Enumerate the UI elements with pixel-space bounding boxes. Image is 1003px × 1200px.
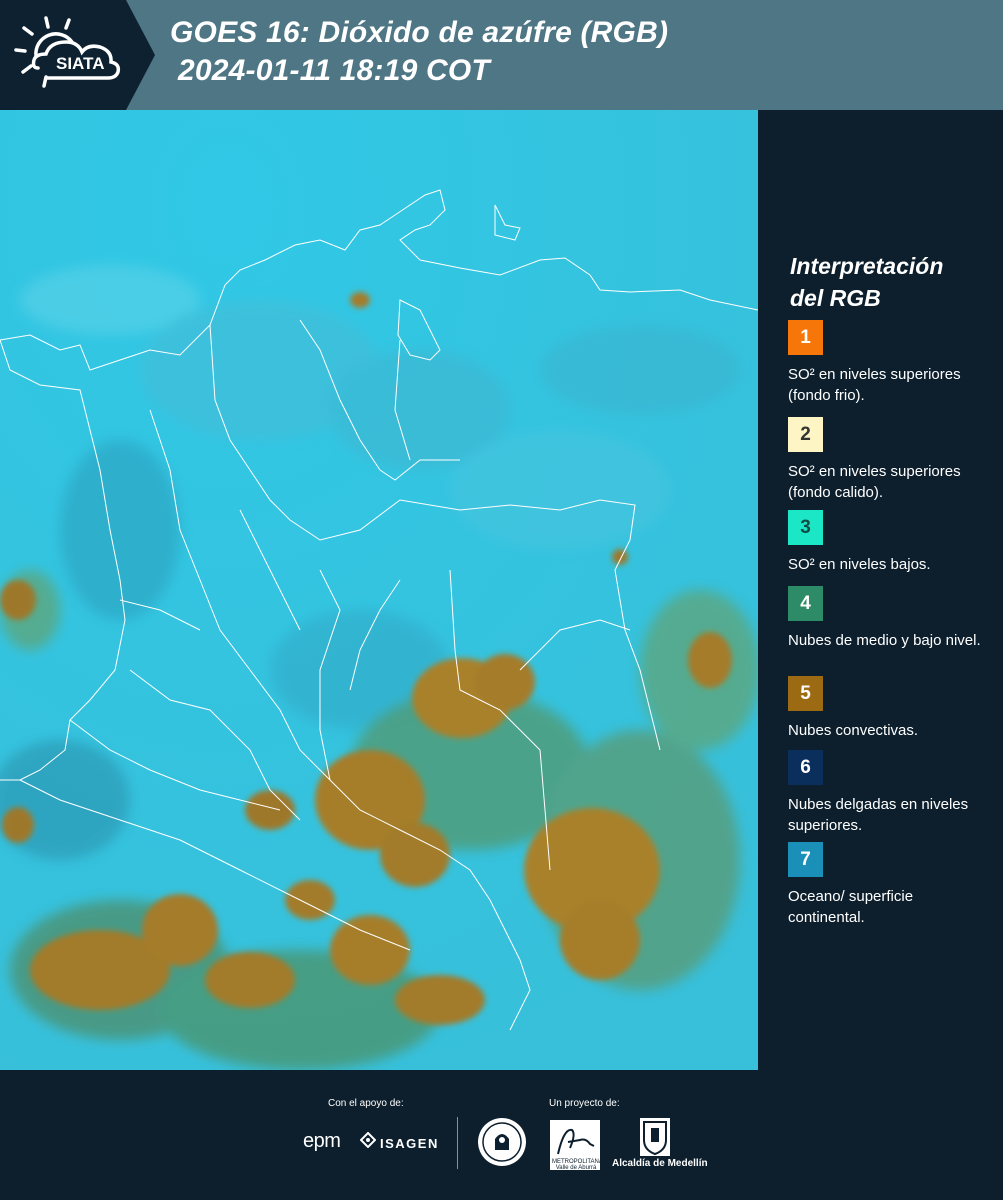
project-label: Un proyecto de:	[549, 1098, 620, 1109]
epm-logo[interactable]: epm	[303, 1130, 341, 1153]
footer-divider	[457, 1117, 458, 1169]
legend-item-4: 4 Nubes de medio y bajo nivel.	[788, 586, 998, 651]
legend-swatch-5: 5	[788, 676, 823, 711]
legend-item-7: 7 Oceano/ superficie continental.	[788, 842, 998, 928]
support-label: Con el apoyo de:	[328, 1098, 404, 1109]
timestamp: 2024-01-11 18:19 COT	[178, 54, 490, 87]
page-title: GOES 16: Dióxido de azúfre (RGB)	[170, 16, 669, 49]
legend-label-4: Nubes de medio y bajo nivel.	[788, 632, 981, 649]
legend-item-1: 1 SO² en niveles superiores (fondo frio)…	[788, 320, 998, 406]
logo-text: SIATA	[56, 54, 104, 73]
legend-swatch-4: 4	[788, 586, 823, 621]
isagen-icon	[360, 1132, 376, 1148]
medellin-seal-icon[interactable]	[477, 1117, 527, 1167]
legend-panel: Interpretación del RGB 1 SO² en niveles …	[758, 110, 1003, 1070]
siata-logo[interactable]: SIATA	[0, 0, 155, 110]
legend-title: Interpretación del RGB	[790, 250, 995, 314]
map-canvas	[0, 110, 758, 1070]
alcaldia-text: Alcaldía de Medellín	[612, 1158, 708, 1169]
legend-swatch-6: 6	[788, 750, 823, 785]
area-script-icon	[557, 1128, 595, 1155]
legend-item-2: 2 SO² en niveles superiores (fondo calid…	[788, 417, 998, 503]
legend-swatch-3: 3	[788, 510, 823, 545]
legend-swatch-1: 1	[788, 320, 823, 355]
legend-item-6: 6 Nubes delgadas en niveles superiores.	[788, 750, 998, 836]
alcaldia-shield-icon[interactable]	[640, 1118, 670, 1156]
legend-swatch-2: 2	[788, 417, 823, 452]
area-metropolitana-text: METROPOLITANA Valle de Aburrá	[552, 1159, 603, 1171]
legend-label-2: SO² en niveles superiores (fondo calido)…	[788, 463, 961, 501]
legend-label-5: Nubes convectivas.	[788, 722, 919, 739]
legend-title-line2: del RGB	[790, 285, 881, 311]
legend-item-5: 5 Nubes convectivas.	[788, 676, 998, 741]
footer: Con el apoyo de: Un proyecto de: epm ISA…	[0, 1070, 1003, 1200]
header: SIATA GOES 16: Dióxido de azúfre (RGB) 2…	[0, 0, 1003, 110]
legend-item-3: 3 SO² en niveles bajos.	[788, 510, 998, 575]
legend-label-7: Oceano/ superficie continental.	[788, 888, 914, 926]
legend-label-6: Nubes delgadas en niveles superiores.	[788, 796, 969, 834]
isagen-logo[interactable]: ISAGEN	[380, 1136, 439, 1151]
legend-swatch-7: 7	[788, 842, 823, 877]
satellite-map[interactable]	[0, 110, 758, 1070]
legend-title-line1: Interpretación	[790, 253, 944, 279]
sun-cloud-icon: SIATA	[14, 16, 121, 88]
legend-label-3: SO² en niveles bajos.	[788, 556, 931, 573]
legend-label-1: SO² en niveles superiores (fondo frio).	[788, 366, 961, 404]
